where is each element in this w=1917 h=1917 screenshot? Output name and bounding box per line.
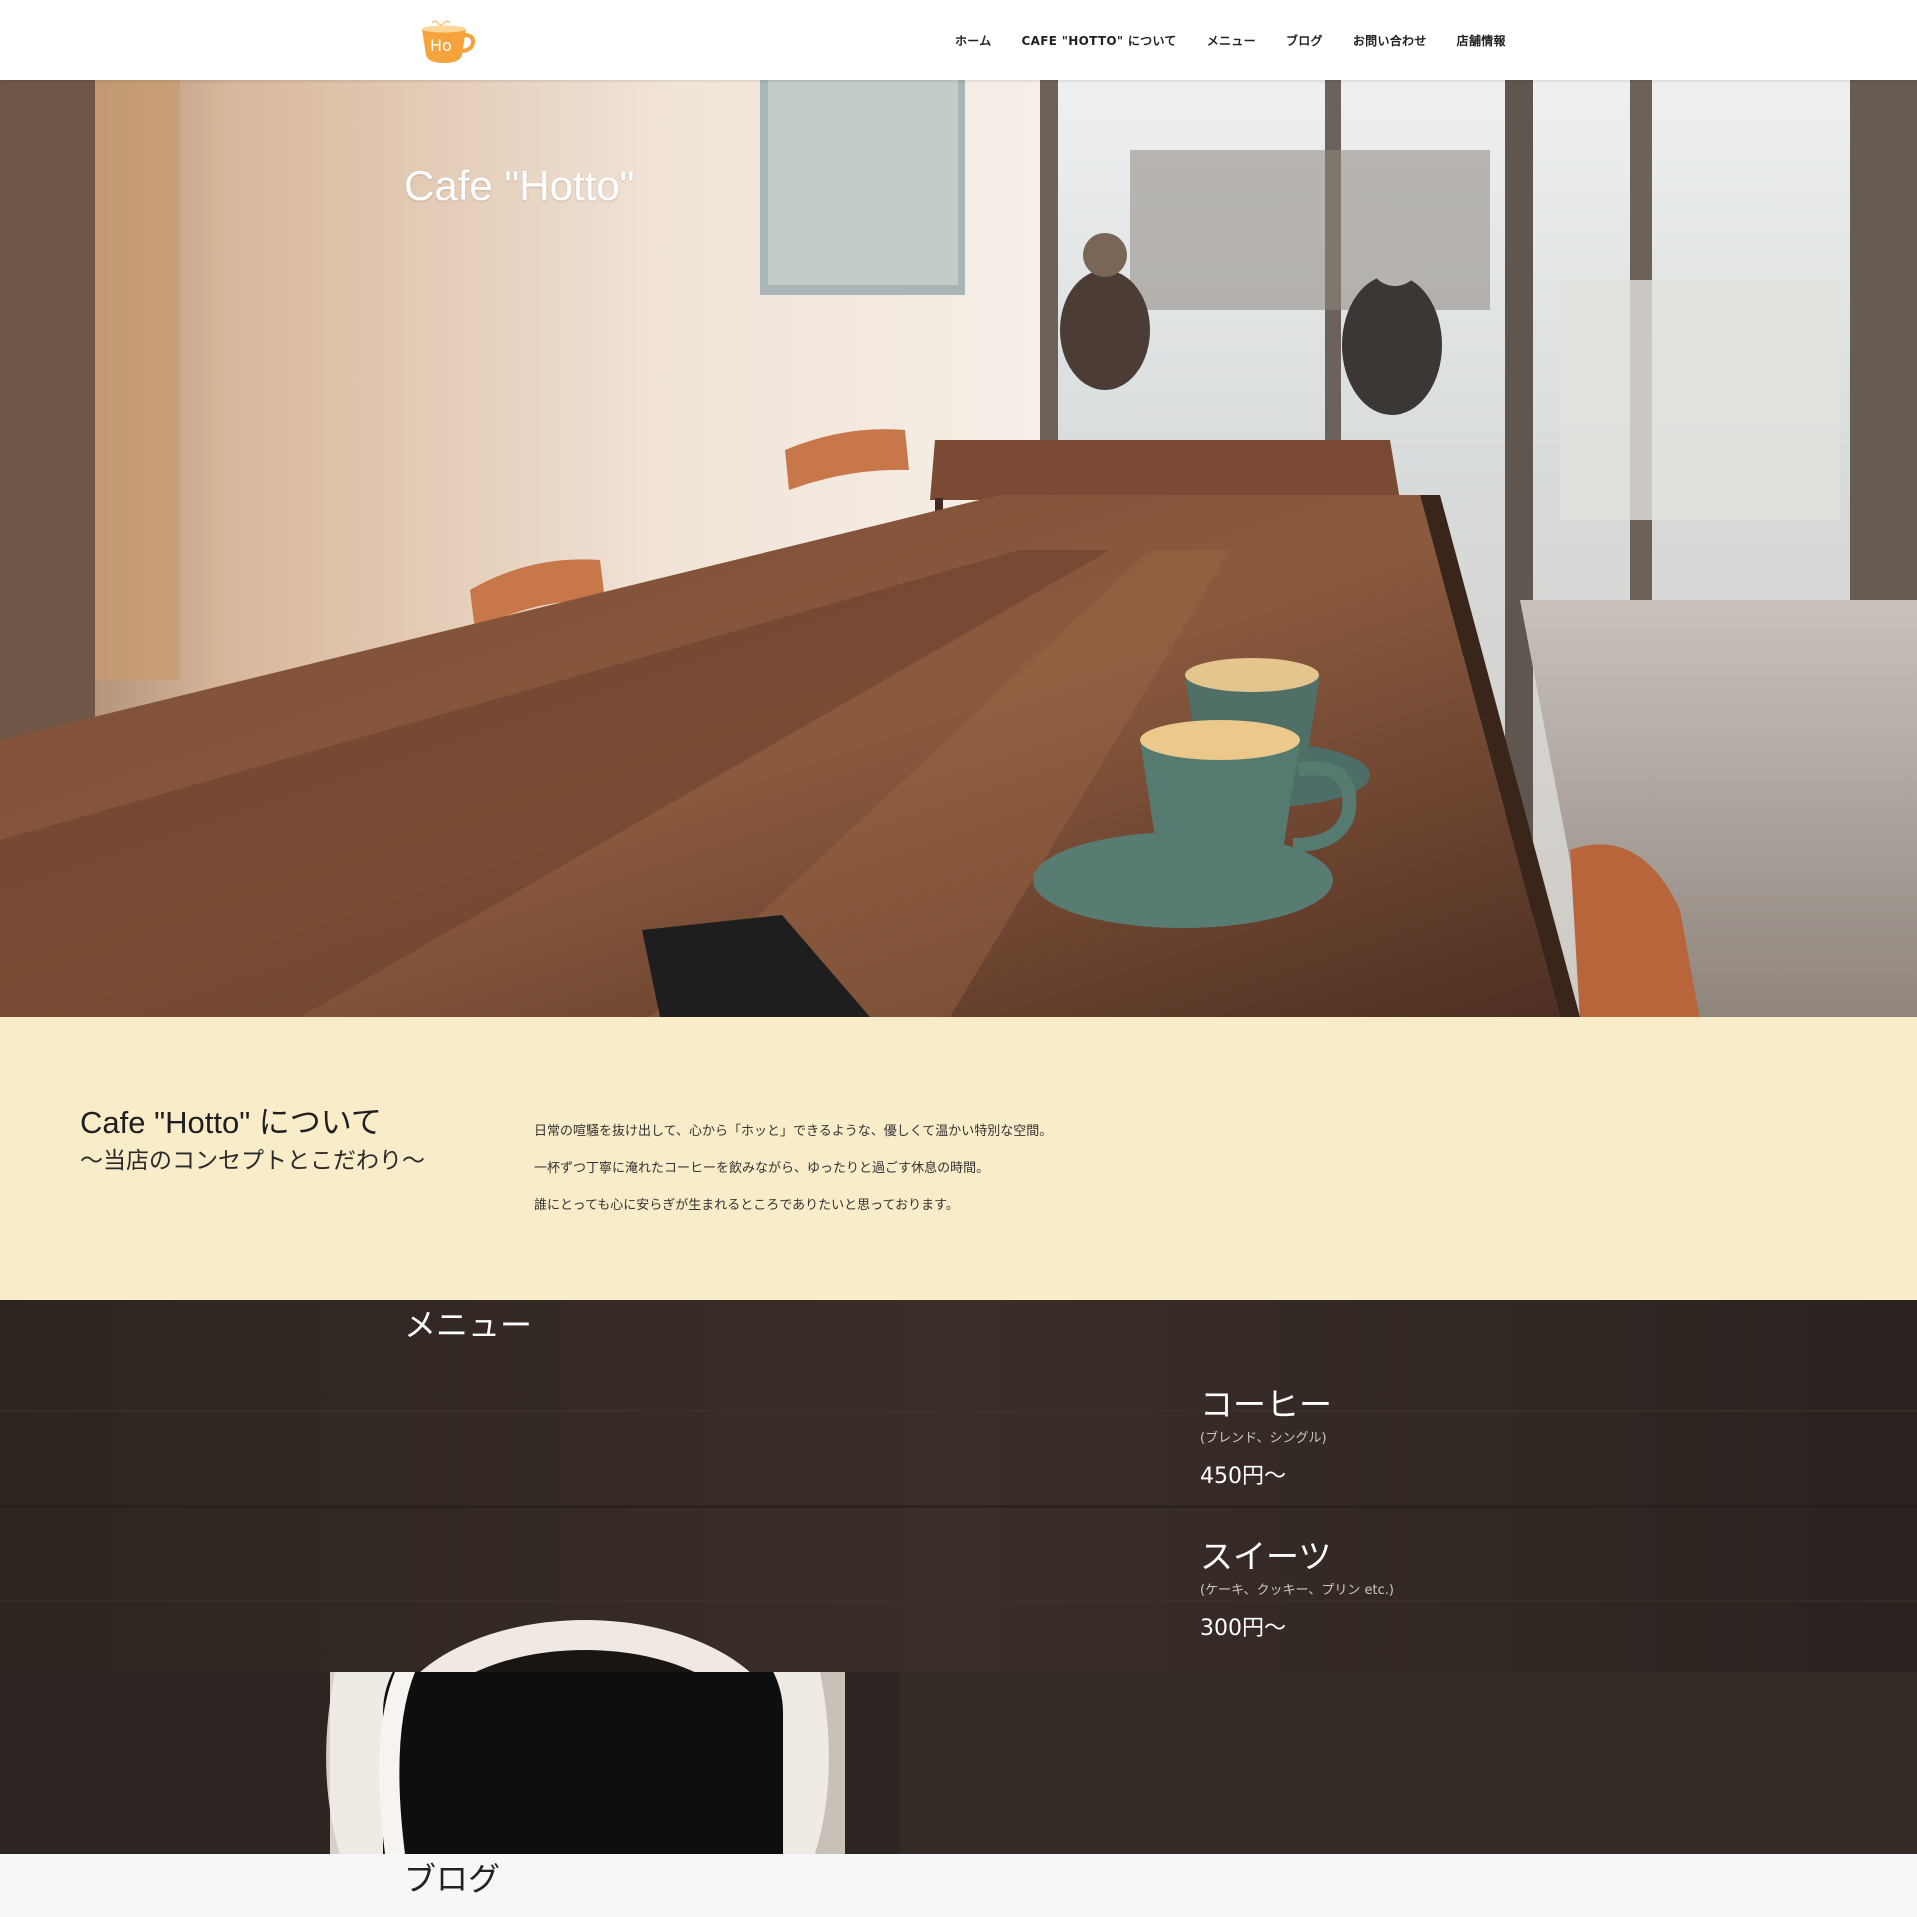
blog-section: ブログ	[0, 1854, 1917, 1917]
hero-section: Cafe "Hotto"	[0, 80, 1917, 1017]
main-nav: ホーム CAFE "HOTTO" について メニュー ブログ お問い合わせ 店舗…	[940, 0, 1521, 80]
about-paragraph: 一杯ずつ丁寧に淹れたコーヒーを飲みながら、ゆったりと過ごす休息の時間。	[534, 1161, 990, 1176]
coffee-cup-photo	[0, 1672, 1917, 1854]
coffee-cup-logo-icon: Ho	[422, 20, 476, 63]
menu-title: メニュー	[404, 1306, 533, 1344]
menu-item-desc: (ブレンド、シングル)	[1200, 1431, 1327, 1446]
menu-coffee-photo	[0, 1300, 1917, 1672]
hero-title: Cafe "Hotto"	[404, 162, 635, 209]
nav-menu[interactable]: メニュー	[1207, 32, 1256, 49]
menu-item-desc: (ケーキ、クッキー、プリン etc.)	[1200, 1583, 1395, 1598]
nav-about[interactable]: CAFE "HOTTO" について	[1022, 32, 1177, 49]
site-header: Ho ホーム CAFE "HOTTO" について メニュー ブログ お問い合わせ…	[0, 0, 1917, 80]
nav-blog[interactable]: ブログ	[1286, 32, 1323, 49]
about-subheading: ～当店のコンセプトとこだわり～	[80, 1148, 425, 1174]
hero-cafe-photo	[0, 80, 1917, 1017]
about-text: 日常の喧騒を抜け出して、心から「ホッと」できるような、優しくて温かい特別な空間。…	[534, 1113, 1052, 1224]
about-paragraph: 日常の喧騒を抜け出して、心から「ホッと」できるような、優しくて温かい特別な空間。	[534, 1124, 1053, 1139]
menu-item-sweets: スイーツ (ケーキ、クッキー、プリン etc.) 300円～	[1200, 1537, 1394, 1642]
menu-item-price: 300円～	[1200, 1616, 1286, 1641]
nav-store-info[interactable]: 店舗情報	[1457, 32, 1506, 49]
menu-lower-photo	[0, 1672, 1917, 1854]
logo-text: Ho	[430, 36, 452, 55]
blog-title: ブログ	[404, 1860, 501, 1898]
menu-item-coffee: コーヒー (ブレンド、シングル) 450円～	[1200, 1385, 1332, 1490]
menu-item-name: コーヒー	[1200, 1385, 1332, 1424]
menu-section: メニュー コーヒー (ブレンド、シングル) 450円～ スイーツ (ケーキ、クッ…	[0, 1300, 1917, 1672]
about-heading: Cafe "Hotto" について	[80, 1105, 382, 1140]
cafe-logo[interactable]: Ho	[418, 17, 476, 67]
about-paragraph: 誰にとっても心に安らぎが生まれるところでありたいと思っております。	[534, 1198, 959, 1213]
menu-item-name: スイーツ	[1200, 1537, 1332, 1576]
menu-item-price: 450円～	[1200, 1464, 1286, 1489]
nav-home[interactable]: ホーム	[955, 32, 992, 49]
about-section: Cafe "Hotto" について ～当店のコンセプトとこだわり～ 日常の喧騒を…	[0, 1017, 1917, 1300]
nav-contact[interactable]: お問い合わせ	[1353, 32, 1427, 49]
